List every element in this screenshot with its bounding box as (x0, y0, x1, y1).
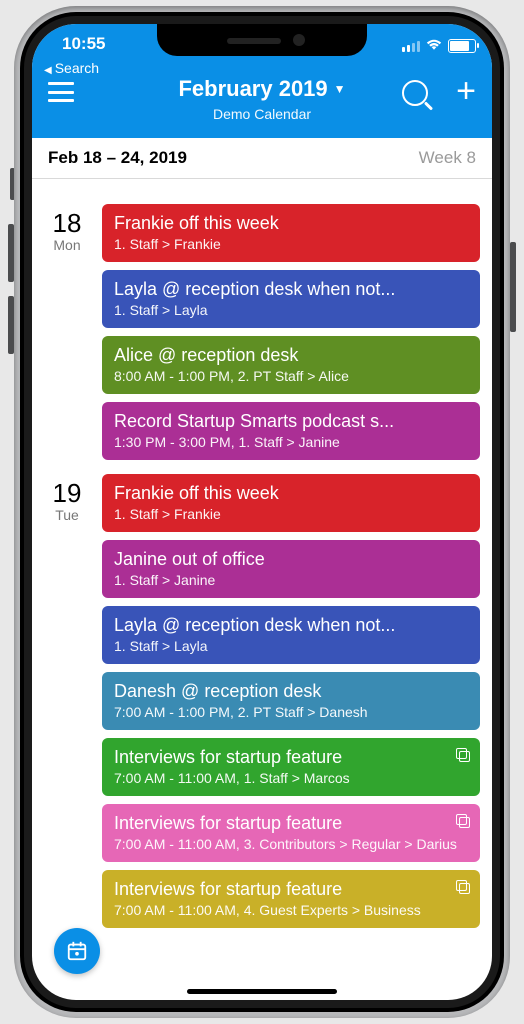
event-card[interactable]: Interviews for startup feature 7:00 AM - … (102, 870, 480, 928)
event-title: Layla @ reception desk when not... (114, 615, 468, 636)
add-button[interactable]: + (456, 72, 476, 111)
event-subtitle: 1. Staff > Frankie (114, 506, 468, 522)
event-card[interactable]: Janine out of office 1. Staff > Janine (102, 540, 480, 598)
event-subtitle: 1. Staff > Layla (114, 302, 468, 318)
today-fab[interactable] (54, 928, 100, 974)
day-events: Frankie off this week 1. Staff > Frankie L… (102, 198, 492, 468)
battery-icon (448, 39, 476, 53)
event-card[interactable]: Alice @ reception desk 8:00 AM - 1:00 PM,… (102, 336, 480, 394)
week-header: Feb 18 – 24, 2019 Week 8 (32, 138, 492, 179)
day-of-week: Mon (32, 237, 102, 253)
event-subtitle: 7:00 AM - 11:00 AM, 1. Staff > Marcos (114, 770, 468, 786)
event-title: Layla @ reception desk when not... (114, 279, 468, 300)
notch (157, 24, 367, 56)
event-card[interactable]: Danesh @ reception desk 7:00 AM - 1:00 PM… (102, 672, 480, 730)
search-button[interactable] (402, 80, 428, 106)
day-number: 19 (32, 478, 102, 509)
event-subtitle: 1:30 PM - 3:00 PM, 1. Staff > Janine (114, 434, 468, 450)
day-row: 18Mon Frankie off this week 1. Staff > Fra… (32, 198, 492, 468)
event-title: Alice @ reception desk (114, 345, 468, 366)
home-indicator[interactable] (187, 989, 337, 994)
event-card[interactable]: Frankie off this week 1. Staff > Frankie (102, 204, 480, 262)
event-card[interactable]: Interviews for startup feature 7:00 AM - … (102, 738, 480, 796)
day-events: Frankie off this week 1. Staff > Frankie J… (102, 468, 492, 936)
event-list[interactable]: 18Mon Frankie off this week 1. Staff > Fra… (32, 198, 492, 1000)
event-card[interactable]: Layla @ reception desk when not... 1. Sta… (102, 270, 480, 328)
day-number: 18 (32, 208, 102, 239)
calendar-name: Demo Calendar (32, 106, 492, 122)
event-title: Frankie off this week (114, 483, 468, 504)
event-title: Interviews for startup feature (114, 813, 468, 834)
day-of-week: Tue (32, 507, 102, 523)
day-row: 19Tue Frankie off this week 1. Staff > Fra… (32, 468, 492, 936)
event-subtitle: 7:00 AM - 11:00 AM, 3. Contributors > Re… (114, 836, 468, 852)
clock: 10:55 (62, 34, 105, 54)
signal-icon (402, 41, 420, 52)
calendar-icon (66, 940, 88, 962)
event-subtitle: 1. Staff > Frankie (114, 236, 468, 252)
day-label: 19Tue (32, 468, 102, 936)
day-label: 18Mon (32, 198, 102, 468)
power-button[interactable] (510, 242, 516, 332)
search-icon (402, 80, 428, 106)
event-title: Frankie off this week (114, 213, 468, 234)
copy-icon (456, 748, 470, 762)
event-card[interactable]: Frankie off this week 1. Staff > Frankie (102, 474, 480, 532)
event-title: Danesh @ reception desk (114, 681, 468, 702)
event-subtitle: 7:00 AM - 11:00 AM, 4. Guest Experts > B… (114, 902, 468, 918)
event-title: Interviews for startup feature (114, 879, 468, 900)
event-card[interactable]: Record Startup Smarts podcast s... 1:30 P… (102, 402, 480, 460)
chevron-down-icon: ▼ (334, 82, 346, 96)
event-subtitle: 1. Staff > Janine (114, 572, 468, 588)
date-range: Feb 18 – 24, 2019 (48, 148, 187, 168)
copy-icon (456, 880, 470, 894)
event-title: Interviews for startup feature (114, 747, 468, 768)
event-subtitle: 1. Staff > Layla (114, 638, 468, 654)
event-card[interactable]: Layla @ reception desk when not... 1. Sta… (102, 606, 480, 664)
copy-icon (456, 814, 470, 828)
event-title: Record Startup Smarts podcast s... (114, 411, 468, 432)
week-number: Week 8 (419, 148, 476, 168)
event-title: Janine out of office (114, 549, 468, 570)
wifi-icon (426, 36, 442, 56)
event-card[interactable]: Interviews for startup feature 7:00 AM - … (102, 804, 480, 862)
month-label: February 2019 (178, 76, 327, 101)
event-subtitle: 7:00 AM - 1:00 PM, 2. PT Staff > Danesh (114, 704, 468, 720)
event-subtitle: 8:00 AM - 1:00 PM, 2. PT Staff > Alice (114, 368, 468, 384)
phone-frame: 10:55 Search February 2019▼ Demo Calenda… (14, 6, 510, 1018)
